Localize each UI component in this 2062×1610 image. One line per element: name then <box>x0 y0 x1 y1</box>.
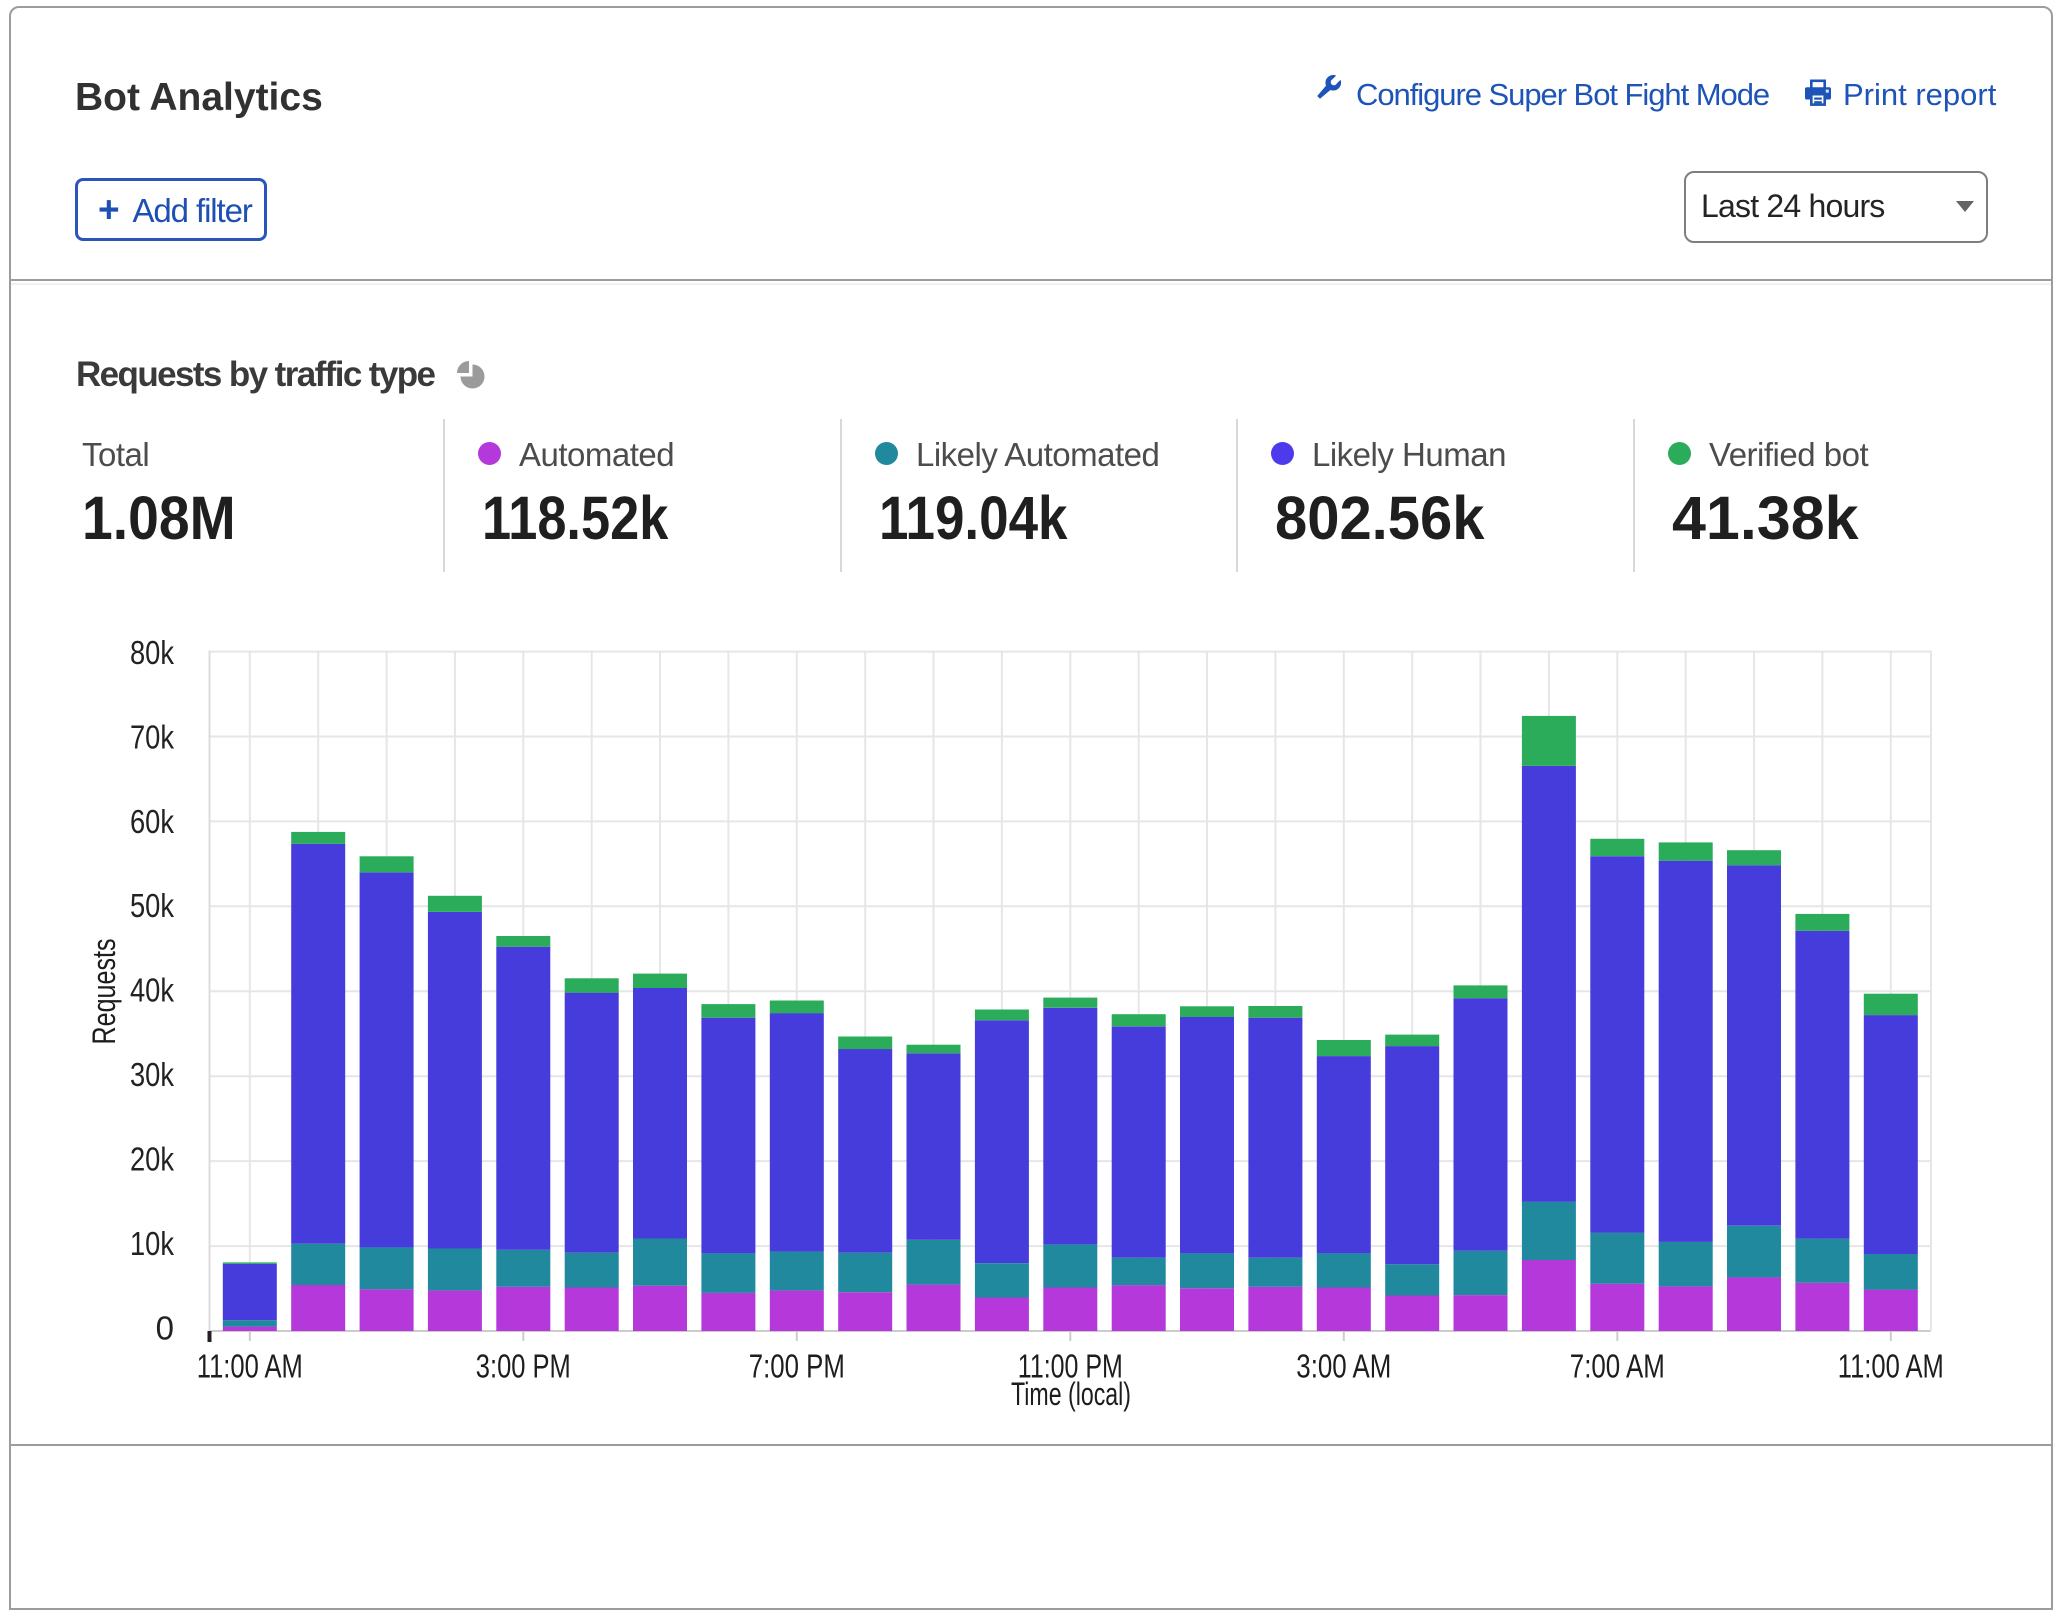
svg-text:60k: 60k <box>130 803 174 840</box>
svg-text:Requests: Requests <box>86 939 122 1045</box>
svg-text:3:00 AM: 3:00 AM <box>1296 1348 1391 1385</box>
svg-text:30k: 30k <box>130 1056 174 1093</box>
svg-text:11:00 AM: 11:00 AM <box>1838 1348 1944 1385</box>
svg-text:40k: 40k <box>130 972 174 1009</box>
svg-text:0: 0 <box>156 1310 174 1347</box>
svg-text:11:00 AM: 11:00 AM <box>197 1348 303 1385</box>
svg-text:7:00 PM: 7:00 PM <box>749 1348 845 1385</box>
svg-text:10k: 10k <box>130 1225 174 1262</box>
svg-text:70k: 70k <box>130 718 174 755</box>
svg-text:7:00 AM: 7:00 AM <box>1570 1348 1665 1385</box>
svg-text:80k: 80k <box>130 634 174 671</box>
svg-text:50k: 50k <box>130 887 174 924</box>
svg-text:20k: 20k <box>130 1141 174 1178</box>
svg-text:Time (local): Time (local) <box>1011 1376 1131 1412</box>
svg-text:3:00 PM: 3:00 PM <box>476 1348 571 1385</box>
